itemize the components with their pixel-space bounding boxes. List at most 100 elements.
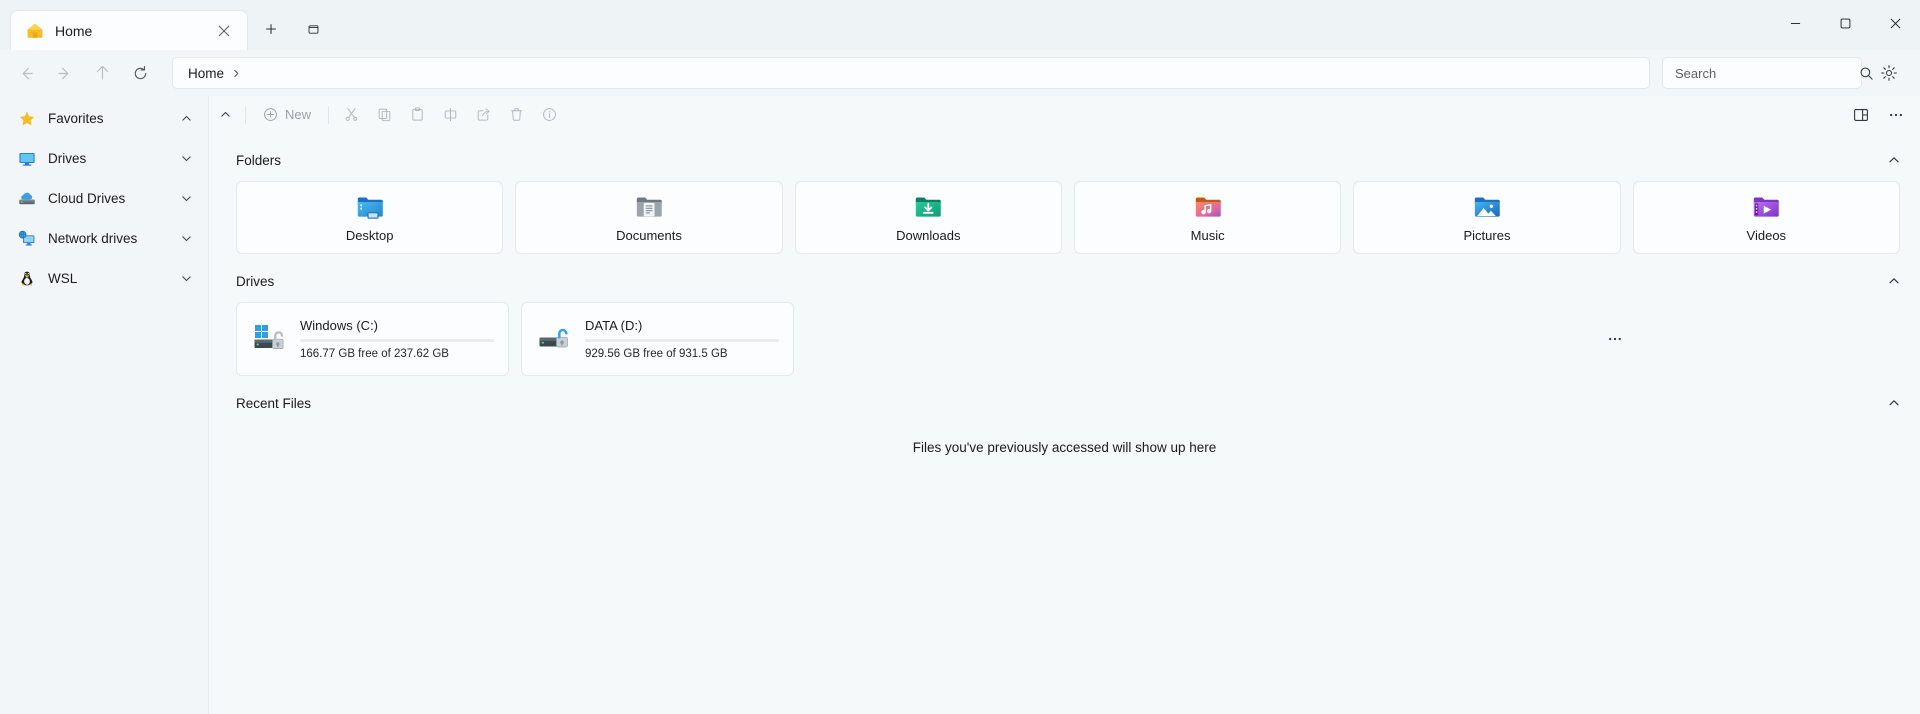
close-button[interactable] (1870, 0, 1920, 46)
share-button[interactable] (467, 101, 500, 129)
sidebar-label: Network drives (48, 231, 169, 246)
section-title: Folders (236, 153, 1884, 168)
folder-label: Pictures (1463, 228, 1510, 243)
view-layout-button[interactable] (1844, 101, 1877, 129)
data-drive-icon (538, 322, 572, 356)
downloads-folder-icon (913, 192, 943, 222)
folder-card-desktop[interactable]: Desktop (236, 181, 503, 254)
folder-card-pictures[interactable]: Pictures (1353, 181, 1620, 254)
chevron-up-icon[interactable] (1884, 393, 1904, 413)
folder-label: Documents (616, 228, 682, 243)
gear-icon[interactable] (1872, 57, 1906, 89)
documents-folder-icon (634, 192, 664, 222)
share-icon (476, 107, 491, 122)
sidebar: Favorites Drives (0, 96, 209, 714)
rename-icon (443, 107, 458, 122)
see-more-button[interactable] (1879, 101, 1912, 129)
window-controls (1770, 0, 1920, 46)
chevron-right-icon[interactable] (232, 69, 241, 78)
folder-card-downloads[interactable]: Downloads (795, 181, 1062, 254)
drive-free-space: 166.77 GB free of 237.62 GB (300, 348, 494, 360)
chevron-up-icon[interactable] (1884, 150, 1904, 170)
breadcrumb-item-home[interactable]: Home (183, 64, 229, 83)
sidebar-item-wsl[interactable]: WSL (8, 262, 200, 295)
videos-folder-icon (1751, 192, 1781, 222)
paste-button[interactable] (401, 101, 434, 129)
recent-files-section-header[interactable]: Recent Files (209, 388, 1920, 418)
forward-button[interactable] (46, 57, 82, 89)
delete-button[interactable] (500, 101, 533, 129)
command-toolbar: New (209, 96, 1920, 133)
rename-button[interactable] (434, 101, 467, 129)
folder-card-music[interactable]: Music (1074, 181, 1341, 254)
drives-section-header[interactable]: Drives (209, 266, 1920, 296)
tab-layout-button[interactable] (296, 12, 330, 46)
drive-card-data-d[interactable]: DATA (D:) 929.56 GB free of 931.5 GB (521, 302, 794, 376)
copy-icon (377, 107, 392, 122)
desktop-folder-icon (355, 192, 385, 222)
toolbar-divider (245, 106, 246, 124)
folder-label: Videos (1747, 228, 1787, 243)
toolbar-right-group (1844, 101, 1912, 129)
title-bar: Home (0, 0, 1920, 50)
address-bar: Home (0, 50, 1920, 96)
sidebar-label: Cloud Drives (48, 191, 169, 206)
tab-home[interactable]: Home (10, 10, 248, 50)
properties-button[interactable] (533, 101, 566, 129)
windows-drive-icon (253, 322, 287, 356)
chevron-down-icon[interactable] (181, 273, 192, 284)
sidebar-item-cloud-drives[interactable]: Cloud Drives (8, 182, 200, 215)
linux-penguin-icon (18, 270, 36, 288)
monitor-icon (18, 150, 36, 168)
back-button[interactable] (8, 57, 44, 89)
pictures-folder-icon (1472, 192, 1502, 222)
sidebar-item-drives[interactable]: Drives (8, 142, 200, 175)
plus-circle-icon (263, 107, 278, 122)
sidebar-item-favorites[interactable]: Favorites (8, 102, 200, 135)
minimize-button[interactable] (1770, 0, 1820, 46)
toolbar-divider (328, 106, 329, 124)
refresh-button[interactable] (122, 57, 158, 89)
breadcrumb[interactable]: Home (172, 57, 1650, 89)
toolbar-collapse-icon[interactable] (211, 101, 239, 129)
drive-info: Windows (C:) 166.77 GB free of 237.62 GB (300, 318, 494, 360)
new-tab-button[interactable] (254, 12, 288, 46)
copy-button[interactable] (368, 101, 401, 129)
new-button[interactable]: New (252, 101, 322, 129)
chevron-up-icon[interactable] (181, 113, 192, 124)
home-folder-icon (25, 21, 45, 41)
chevron-up-icon[interactable] (1884, 271, 1904, 291)
search-input[interactable] (1675, 66, 1851, 81)
sidebar-label: Drives (48, 151, 169, 166)
info-icon (542, 107, 557, 122)
sidebar-item-network-drives[interactable]: Network drives (8, 222, 200, 255)
layout-icon (1853, 107, 1869, 123)
star-icon (18, 110, 36, 128)
search-box[interactable] (1662, 57, 1862, 89)
ellipsis-icon (1888, 107, 1904, 123)
folder-card-videos[interactable]: Videos (1633, 181, 1900, 254)
maximize-button[interactable] (1820, 0, 1870, 46)
clipboard-icon (410, 107, 425, 122)
content-area: Folders (209, 133, 1920, 714)
main-pane: New (209, 96, 1920, 714)
chevron-down-icon[interactable] (181, 193, 192, 204)
drive-info: DATA (D:) 929.56 GB free of 931.5 GB (585, 318, 779, 360)
cut-button[interactable] (335, 101, 368, 129)
tab-label: Home (55, 23, 201, 39)
scissors-icon (344, 107, 359, 122)
chevron-down-icon[interactable] (181, 153, 192, 164)
drives-more-button[interactable] (1602, 326, 1628, 352)
drive-usage-bar (300, 339, 494, 342)
network-drive-icon (18, 230, 36, 248)
tab-strip: Home (0, 0, 332, 50)
chevron-down-icon[interactable] (181, 233, 192, 244)
drive-card-windows-c[interactable]: Windows (C:) 166.77 GB free of 237.62 GB (236, 302, 509, 376)
sidebar-label: Favorites (48, 111, 169, 126)
up-button[interactable] (84, 57, 120, 89)
folders-section-header[interactable]: Folders (209, 145, 1920, 175)
close-icon[interactable] (211, 18, 237, 44)
recent-files-empty-message: Files you've previously accessed will sh… (209, 418, 1920, 455)
drives-grid: Windows (C:) 166.77 GB free of 237.62 GB (209, 296, 1920, 376)
folder-card-documents[interactable]: Documents (515, 181, 782, 254)
